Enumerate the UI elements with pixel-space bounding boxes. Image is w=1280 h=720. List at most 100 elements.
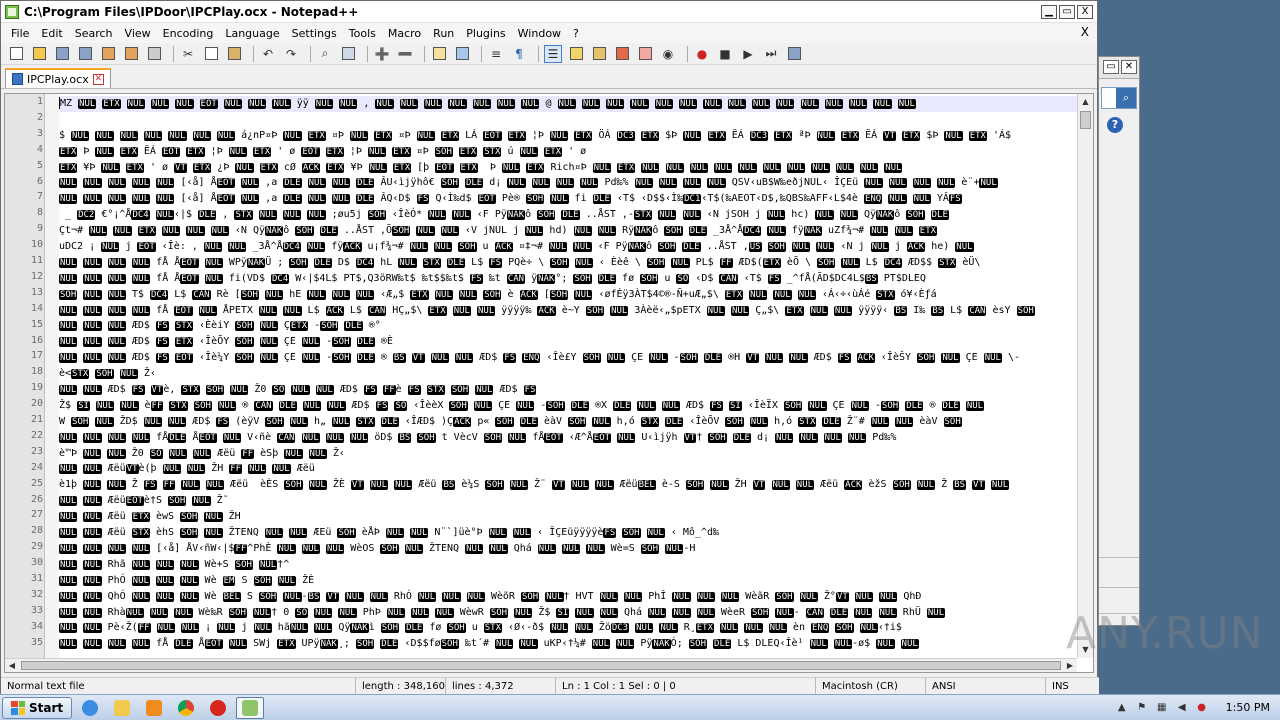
zoom-out-icon[interactable]: ➖ <box>396 45 414 63</box>
taskbar-explorer-icon[interactable] <box>108 697 136 719</box>
scroll-up-icon[interactable]: ▲ <box>1078 94 1093 110</box>
menu-item-edit[interactable]: Edit <box>35 27 68 40</box>
indent-guide-icon[interactable]: ☰ <box>544 44 562 63</box>
editor-text[interactable]: MZ NUL ETX NUL NUL NUL EOT NUL NUL NUL ÿ… <box>59 96 1077 658</box>
menu-item-tools[interactable]: Tools <box>343 27 382 40</box>
code-line[interactable]: NUL NUL NUL ÆD$ FS ETX ‹ÎèÕY SOH NUL ÇE … <box>59 334 1077 350</box>
menu-item-macro[interactable]: Macro <box>382 27 427 40</box>
menu-item-file[interactable]: File <box>5 27 35 40</box>
save-all-icon[interactable] <box>76 45 94 63</box>
code-line[interactable]: $ NUL NUL NUL NUL NUL NUL NUL á¿nP¤Þ NUL… <box>59 128 1077 144</box>
code-line[interactable]: Çt¬# NUL NUL ETX NUL NUL NUL ‹N QÿNAKô S… <box>59 223 1077 239</box>
horizontal-scroll-thumb[interactable] <box>21 661 1061 670</box>
status-encoding[interactable]: ANSI <box>926 678 1046 695</box>
code-line[interactable]: MZ NUL ETX NUL NUL NUL EOT NUL NUL NUL ÿ… <box>59 96 1077 112</box>
code-line[interactable]: _ DC2 €°¡^ÅDC4 NUL‹|$ DLE , STX NUL NUL … <box>59 207 1077 223</box>
vertical-scrollbar[interactable]: ▲ ▼ <box>1077 94 1093 658</box>
code-line[interactable]: ETX ¥Þ NUL ETX ' ø VT ETX ¿Þ NUL ETX cØ … <box>59 160 1077 176</box>
undo-icon[interactable]: ↶ <box>259 45 277 63</box>
start-button[interactable]: Start <box>2 696 73 719</box>
code-line[interactable]: Ž$ SI NUL NUL èFF STX SOH NUL ® CAN DLE … <box>59 398 1077 414</box>
tray-arrow-icon[interactable]: ▲ <box>1116 702 1128 714</box>
maximize-button[interactable]: ▭ <box>1059 4 1075 19</box>
tab-close-icon[interactable]: ✕ <box>92 73 104 85</box>
code-line[interactable]: NUL NUL NUL NUL fÅ EOT NUL ÅPETX NUL NUL… <box>59 303 1077 319</box>
menu-item-run[interactable]: Run <box>427 27 460 40</box>
cut-icon[interactable]: ✂ <box>179 45 197 63</box>
flag-icon[interactable]: ⚑ <box>1136 702 1148 714</box>
zoom-in-icon[interactable]: ➕ <box>373 45 391 63</box>
code-line[interactable]: NUL NUL Pè‹Ž(FF NUL NUL ¡ NUL j NUL hãNU… <box>59 620 1077 636</box>
save-icon[interactable] <box>53 45 71 63</box>
code-line[interactable]: NUL NUL NUL NUL fÅ DLE ÅEOT NUL SWj ETX … <box>59 636 1077 652</box>
play-macro-icon[interactable]: ▶ <box>739 45 757 63</box>
open-file-icon[interactable] <box>30 45 48 63</box>
volume-icon[interactable]: ◀ <box>1176 702 1188 714</box>
help-icon[interactable]: ? <box>1107 117 1123 133</box>
menu-item-view[interactable]: View <box>119 27 157 40</box>
code-line[interactable]: SOH NUL NUL T$ DC4 L$ CAN Rè [SOH NUL hE… <box>59 287 1077 303</box>
code-line[interactable]: NUL NUL PhÓ NUL NUL NUL Wè EM S SOH NUL … <box>59 573 1077 589</box>
code-line[interactable]: NUL NUL NUL ÆD$ FS EOT ‹Îè¼Y SOH NUL ÇE … <box>59 350 1077 366</box>
close-button[interactable]: X <box>1077 4 1093 19</box>
code-line[interactable] <box>59 112 1077 128</box>
menu-item-window[interactable]: Window <box>512 27 567 40</box>
doc-map-icon[interactable] <box>590 45 608 63</box>
monitoring-icon[interactable]: ◉ <box>659 45 677 63</box>
play-multiple-macro-icon[interactable]: ⏭ <box>762 45 780 63</box>
background-search-field[interactable]: ⌕ <box>1101 87 1137 109</box>
code-line[interactable]: NUL NUL Æëü ETX èwS SOH NUL ŽH <box>59 509 1077 525</box>
menu-item-help[interactable]: ? <box>567 27 585 40</box>
paste-icon[interactable] <box>225 45 243 63</box>
menu-item-encoding[interactable]: Encoding <box>157 27 220 40</box>
close-file-icon[interactable] <box>99 45 117 63</box>
taskbar-media-icon[interactable] <box>140 697 168 719</box>
stop-macro-icon[interactable]: ■ <box>716 45 734 63</box>
menu-item-settings[interactable]: Settings <box>286 27 343 40</box>
code-line[interactable]: NUL NUL NUL NUL [‹å] ÅV‹ñW‹|$FF^PhÈ NUL … <box>59 541 1077 557</box>
close-all-icon[interactable] <box>122 45 140 63</box>
taskbar-notepadpp-icon[interactable] <box>236 696 265 719</box>
folder-as-workspace-icon[interactable] <box>636 45 654 63</box>
sync-vertical-icon[interactable] <box>430 45 448 63</box>
replace-icon[interactable] <box>339 45 357 63</box>
code-line[interactable]: NUL NUL Rhã NUL NUL NUL Wè+S SOH NUL†^ <box>59 557 1077 573</box>
scroll-left-icon[interactable]: ◀ <box>5 659 19 672</box>
search-icon[interactable]: ⌕ <box>1116 88 1136 108</box>
minimize-button[interactable]: ▁ <box>1041 4 1057 19</box>
menu-item-search[interactable]: Search <box>69 27 119 40</box>
record-macro-icon[interactable]: ● <box>693 45 711 63</box>
new-file-icon[interactable] <box>7 45 25 63</box>
code-line[interactable]: ETX Þ NUL ETX ËÁ EOT ETX ¦Þ NUL ETX ' ø … <box>59 144 1077 160</box>
editor-area[interactable]: 1 2 3 4 5 6 7 8 9 10 11 12 13 14 15 16 17 18 19 20 21 22 23 24 2… <box>4 93 1094 673</box>
clock[interactable]: 1:50 PM <box>1216 701 1270 714</box>
show-all-chars-icon[interactable]: ¶ <box>510 45 528 63</box>
horizontal-scrollbar[interactable]: ◀ ▶ <box>5 658 1077 672</box>
taskbar-stop-icon[interactable] <box>204 697 232 719</box>
code-line[interactable]: NUL NUL Æëü STX èhS SOH NUL ŽTENQ NUL NU… <box>59 525 1077 541</box>
code-line[interactable]: NUL NUL NUL NUL fÅ ÅEOT NUL fi(VD$ DC4 W… <box>59 271 1077 287</box>
close-document-button[interactable]: X <box>1081 25 1089 39</box>
print-icon[interactable] <box>145 45 163 63</box>
scroll-right-icon[interactable]: ▶ <box>1063 659 1077 672</box>
copy-icon[interactable] <box>202 45 220 63</box>
redo-icon[interactable]: ↷ <box>282 45 300 63</box>
code-line[interactable]: NUL NUL NUL NUL NUL [‹å] ÅEOT NUL ,a DLE… <box>59 175 1077 191</box>
vertical-scroll-thumb[interactable] <box>1080 111 1091 129</box>
find-icon[interactable]: ⌕ <box>316 45 334 63</box>
code-line[interactable]: NUL NUL ÆëüEOTè†S SOH NUL Ž˜ <box>59 493 1077 509</box>
code-line[interactable]: uDC2 ¡ NUL j EOT ‹Îè: , NUL NUL _3Å^ÅDC4… <box>59 239 1077 255</box>
network-icon[interactable]: ▦ <box>1156 702 1168 714</box>
code-line[interactable]: NUL NUL NUL NUL fÅ ÅEOT NUL WPÿNAKÜ ; SO… <box>59 255 1077 271</box>
sync-horizontal-icon[interactable] <box>453 45 471 63</box>
code-line[interactable]: è1þ NUL NUL Ž FS FF NUL NUL Æëü èÈS SOH … <box>59 477 1077 493</box>
udl-icon[interactable] <box>567 45 585 63</box>
code-line[interactable]: NUL NUL ÆD$ FS VTè, STX SOH NUL Ž0 SO NU… <box>59 382 1077 398</box>
close-icon[interactable]: ✕ <box>1121 60 1137 74</box>
code-line[interactable]: W SOH NUL ŽD$ NUL NUL ÆD$ FS (èÿV SOH NU… <box>59 414 1077 430</box>
code-line[interactable]: è<STX SOH NUL Ž‹ <box>59 366 1077 382</box>
tab-ipcplay-ocx[interactable]: IPCPlay.ocx ✕ <box>5 68 111 88</box>
code-line[interactable]: NUL NUL NUL NUL fÅDLE ÅEOT NUL V‹ñè CAN … <box>59 430 1077 446</box>
function-list-icon[interactable] <box>613 45 631 63</box>
code-line[interactable]: NUL NUL ÆëüVTè(þ NUL NUL ŽH FF NUL NUL Æ… <box>59 461 1077 477</box>
